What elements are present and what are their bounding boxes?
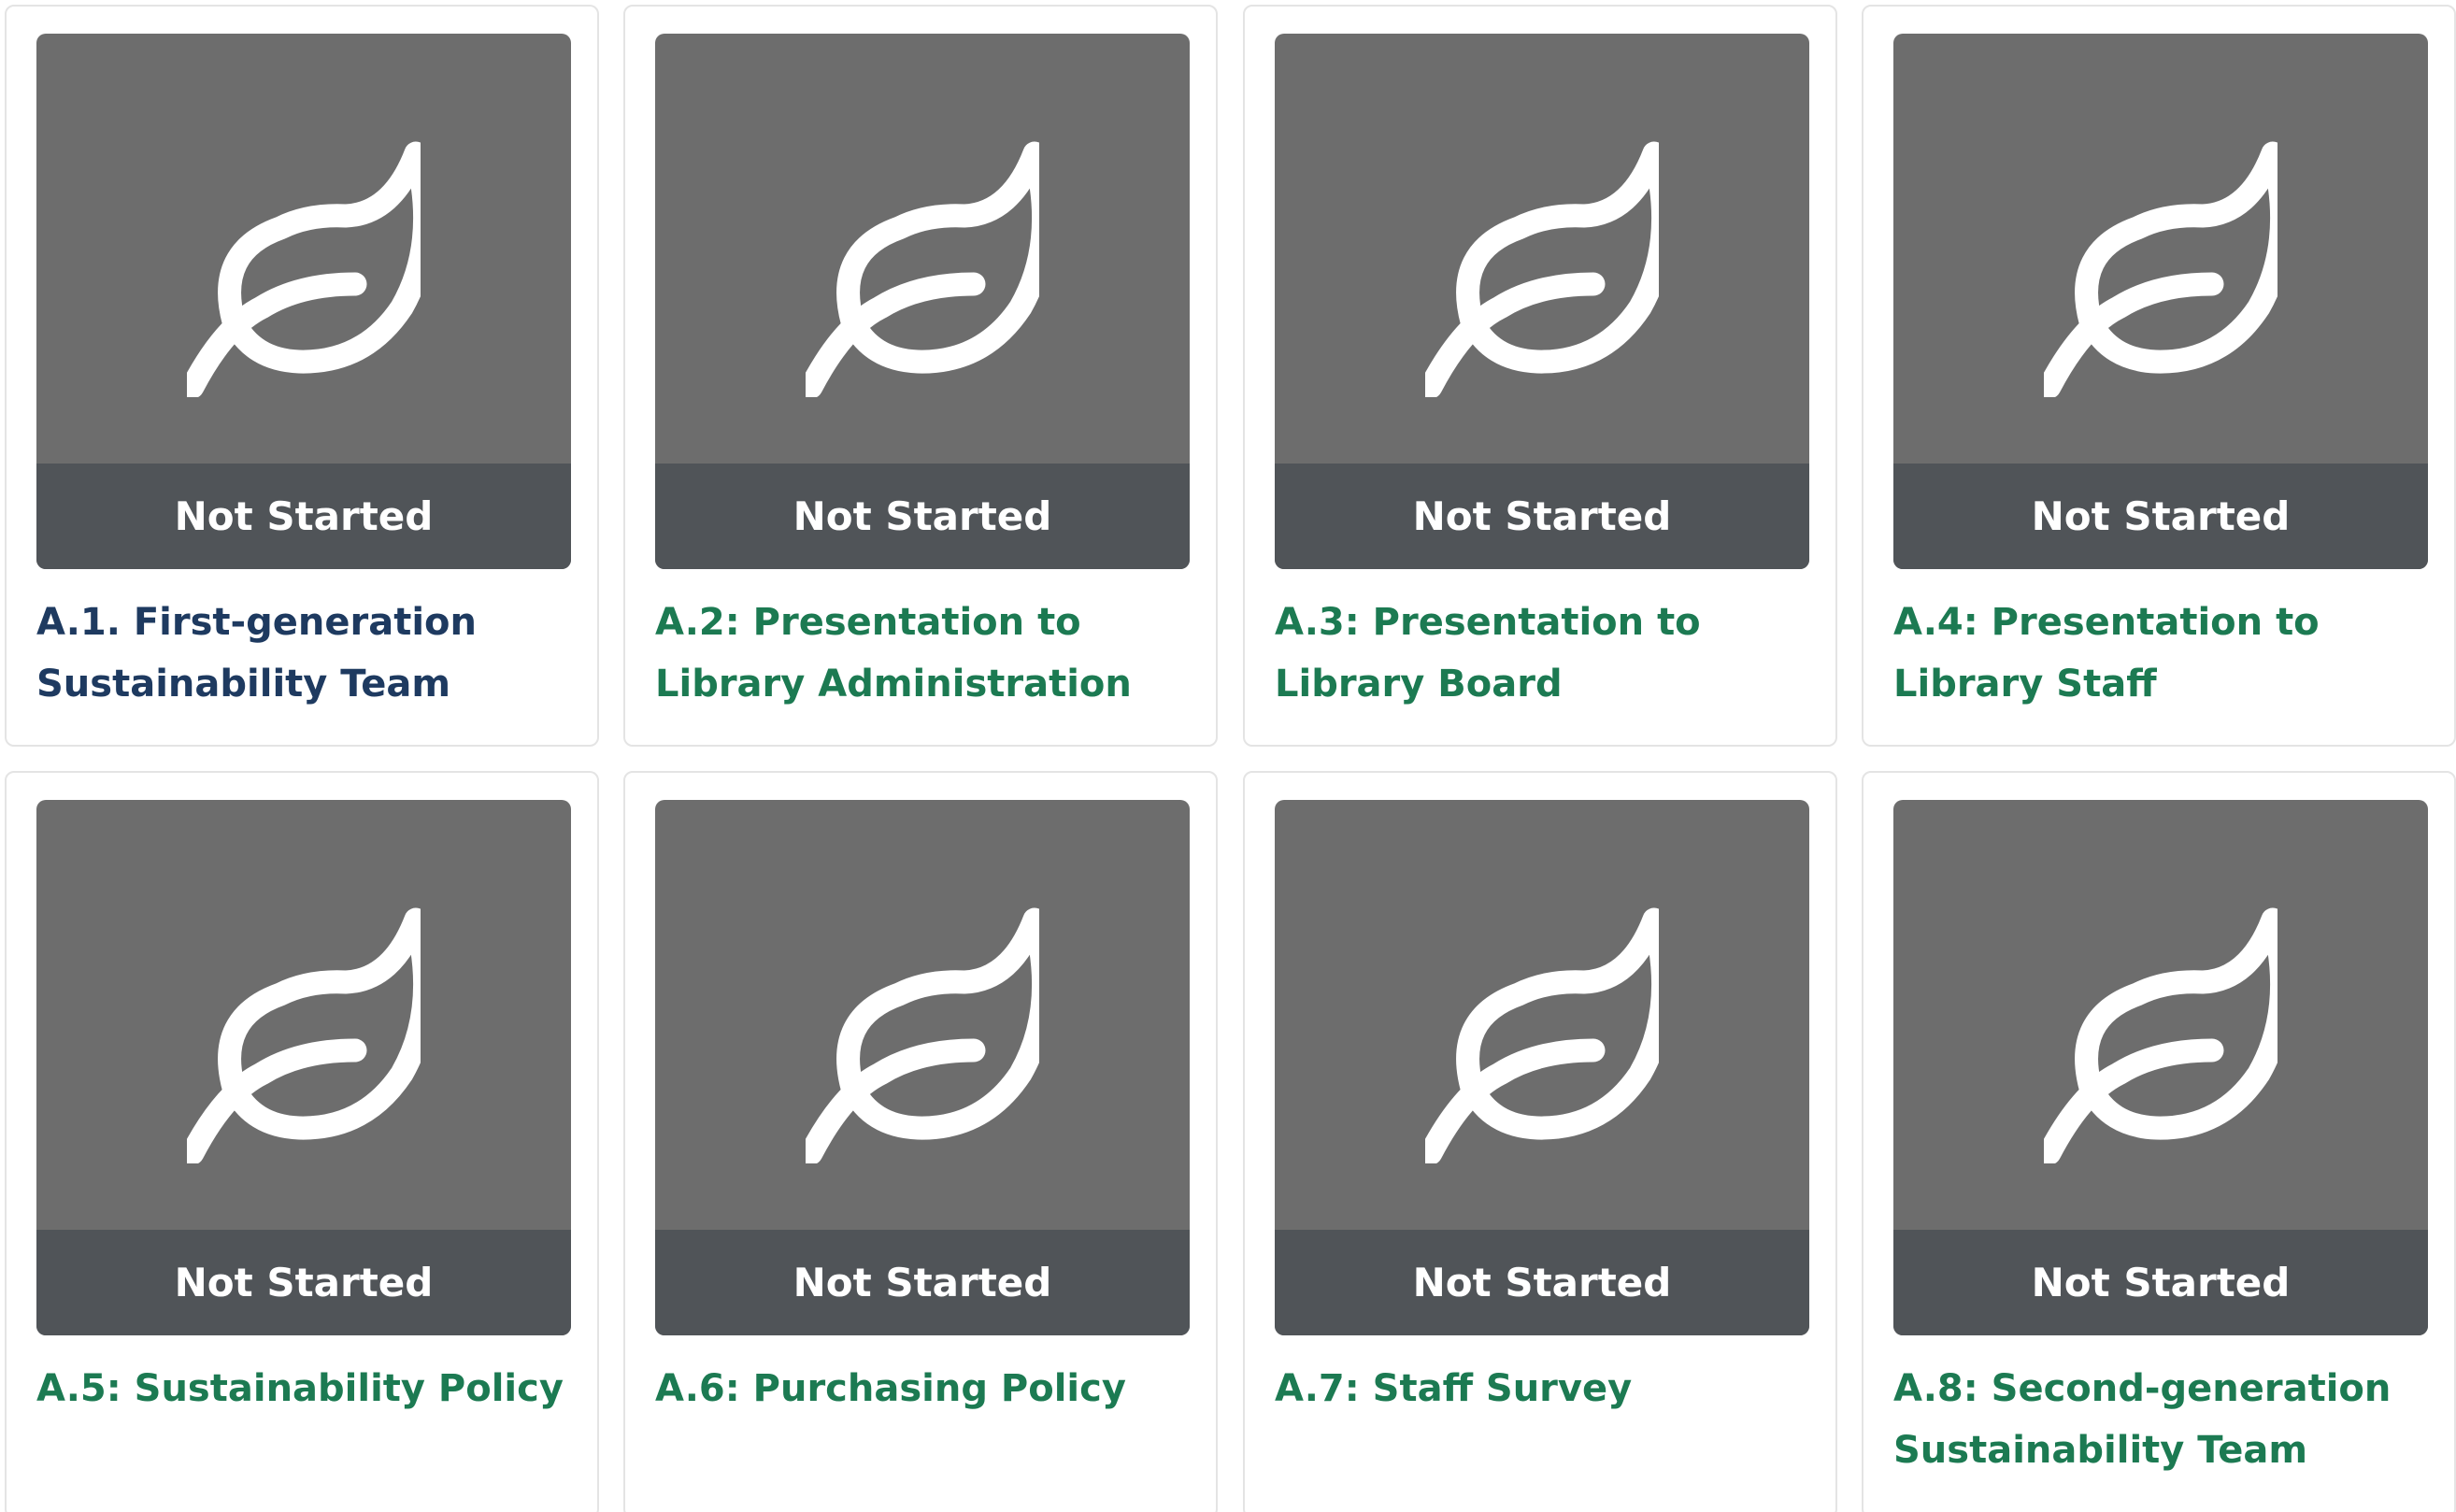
card-title-link[interactable]: A.7: Staff Survey xyxy=(1275,1358,1817,1419)
card-title-link[interactable]: A.8: Second-generation Sustainability Te… xyxy=(1893,1358,2435,1481)
card-title-link[interactable]: A.4: Presentation to Library Staff xyxy=(1893,592,2435,715)
card-title-link[interactable]: A.1. First-generation Sustainability Tea… xyxy=(36,592,578,715)
action-card-a1[interactable]: Not Started A.1. First-generation Sustai… xyxy=(5,5,599,747)
action-card-a4[interactable]: Not Started A.4: Presentation to Library… xyxy=(1862,5,2456,747)
status-badge: Not Started xyxy=(1893,464,2428,569)
action-card-a6[interactable]: Not Started A.6: Purchasing Policy xyxy=(623,771,1218,1512)
card-thumbnail[interactable]: Not Started xyxy=(655,34,1190,569)
status-badge: Not Started xyxy=(1893,1230,2428,1335)
status-badge: Not Started xyxy=(1275,1230,1809,1335)
card-thumbnail[interactable]: Not Started xyxy=(36,34,571,569)
card-title-link[interactable]: A.3: Presentation to Library Board xyxy=(1275,592,1817,715)
status-badge: Not Started xyxy=(36,464,571,569)
status-badge: Not Started xyxy=(655,464,1190,569)
leaf-icon xyxy=(187,141,421,397)
card-thumbnail[interactable]: Not Started xyxy=(1275,34,1809,569)
action-card-grid: Not Started A.1. First-generation Sustai… xyxy=(0,0,2456,1512)
card-thumbnail[interactable]: Not Started xyxy=(36,800,571,1335)
leaf-icon xyxy=(2044,907,2278,1163)
card-thumbnail[interactable]: Not Started xyxy=(1275,800,1809,1335)
action-card-a7[interactable]: Not Started A.7: Staff Survey xyxy=(1243,771,1837,1512)
action-card-a2[interactable]: Not Started A.2: Presentation to Library… xyxy=(623,5,1218,747)
action-card-a5[interactable]: Not Started A.5: Sustainability Policy xyxy=(5,771,599,1512)
card-title-link[interactable]: A.2: Presentation to Library Administrat… xyxy=(655,592,1197,715)
card-thumbnail[interactable]: Not Started xyxy=(1893,800,2428,1335)
card-thumbnail[interactable]: Not Started xyxy=(655,800,1190,1335)
card-title-link[interactable]: A.6: Purchasing Policy xyxy=(655,1358,1197,1419)
leaf-icon xyxy=(2044,141,2278,397)
status-badge: Not Started xyxy=(655,1230,1190,1335)
action-card-a3[interactable]: Not Started A.3: Presentation to Library… xyxy=(1243,5,1837,747)
status-badge: Not Started xyxy=(1275,464,1809,569)
leaf-icon xyxy=(1425,907,1659,1163)
card-title-link[interactable]: A.5: Sustainability Policy xyxy=(36,1358,578,1419)
leaf-icon xyxy=(1425,141,1659,397)
leaf-icon xyxy=(806,907,1039,1163)
status-badge: Not Started xyxy=(36,1230,571,1335)
leaf-icon xyxy=(187,907,421,1163)
leaf-icon xyxy=(806,141,1039,397)
card-thumbnail[interactable]: Not Started xyxy=(1893,34,2428,569)
action-card-a8[interactable]: Not Started A.8: Second-generation Susta… xyxy=(1862,771,2456,1512)
